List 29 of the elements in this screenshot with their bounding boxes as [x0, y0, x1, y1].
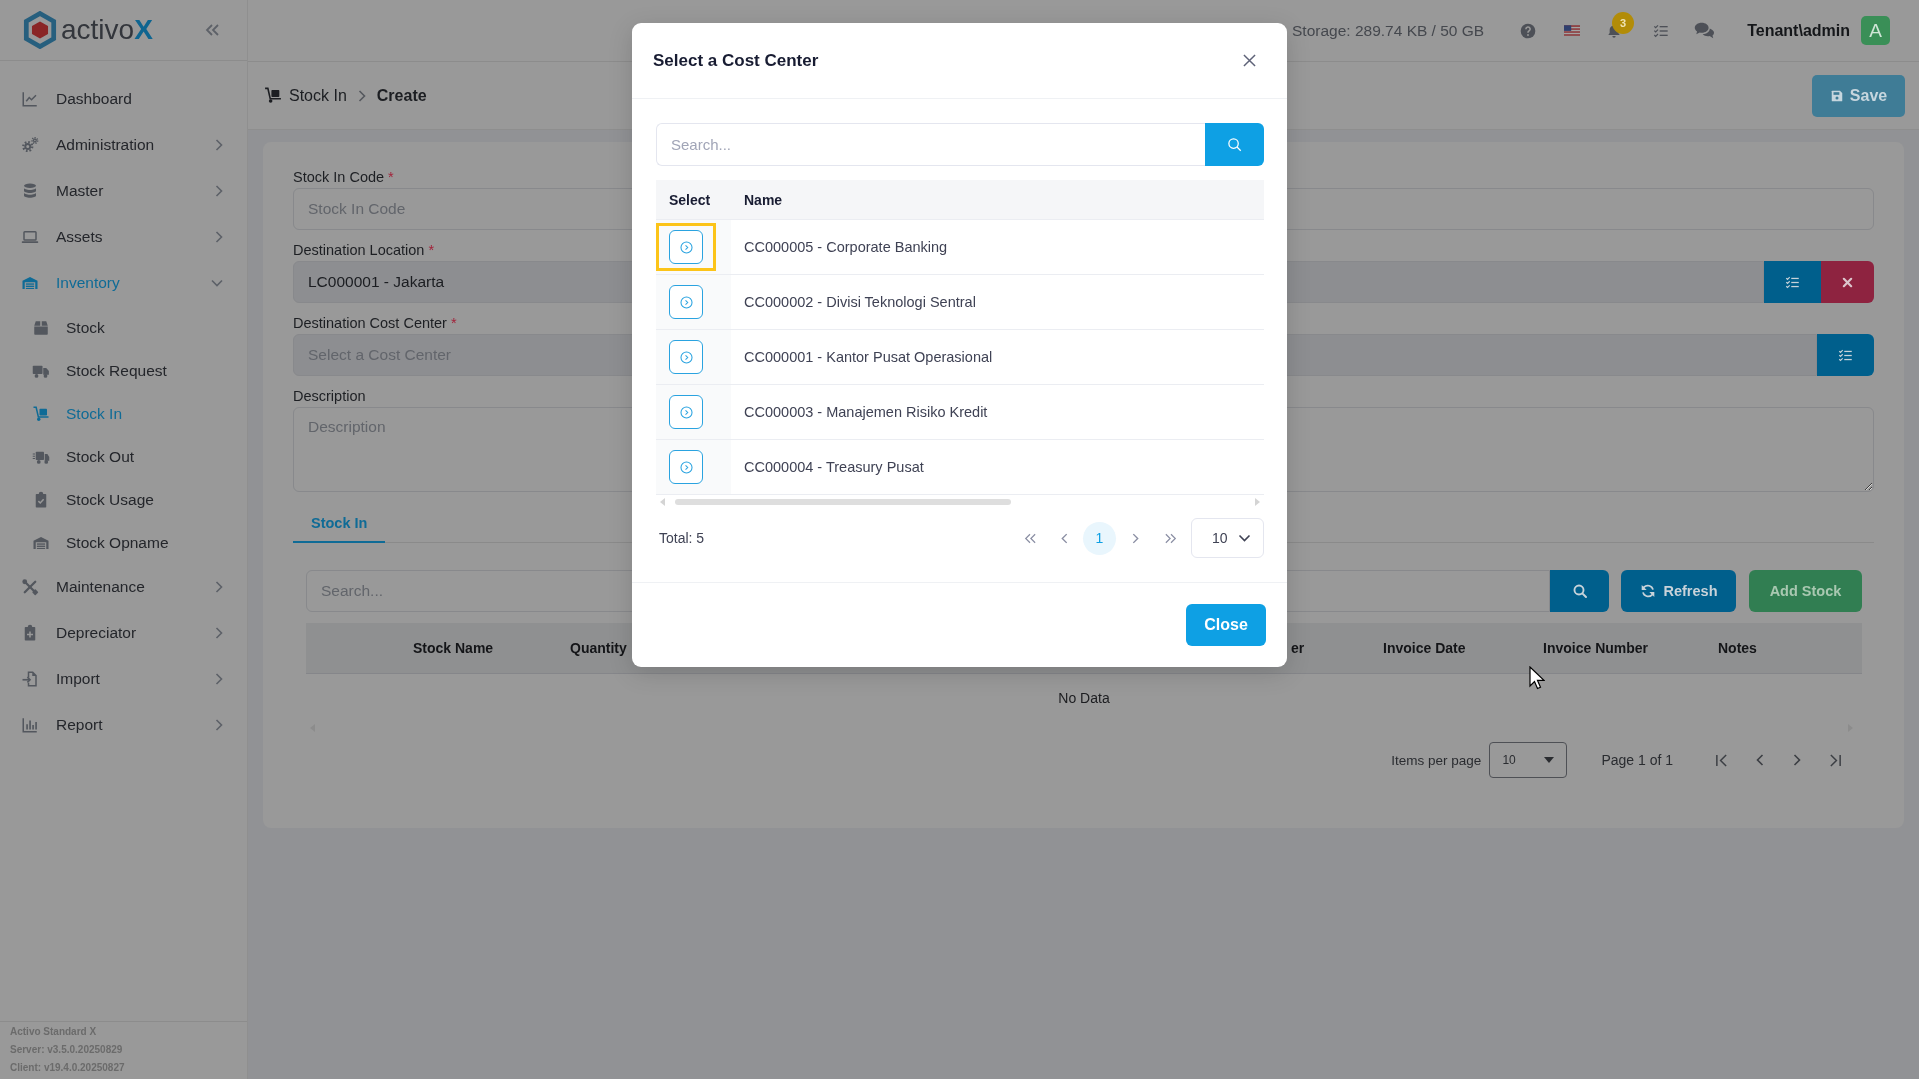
breadcrumb-current: Create [376, 86, 427, 105]
table-cell: CC000005 - Corporate Banking [744, 239, 948, 255]
field-label: Stock In Code [293, 169, 385, 185]
notification-badge: 3 [1612, 11, 1635, 34]
modal-title: Select a Cost Center [653, 50, 819, 71]
column-header: Name [744, 191, 783, 208]
required-mark: * [450, 315, 457, 331]
column-header: Select [669, 191, 711, 208]
total-count: Total: 5 [659, 530, 705, 546]
required-mark: * [428, 242, 435, 258]
column-header: Notes [1718, 640, 1757, 656]
column-header: er [1291, 640, 1305, 656]
column-header: Quantity [570, 640, 627, 656]
items-per-page-label: Items per page [1391, 752, 1482, 768]
column-header: Invoice Number [1543, 640, 1649, 656]
table-cell: CC000004 - Treasury Pusat [744, 459, 924, 475]
field-label: Destination Cost Center [293, 315, 447, 331]
logo-text: activoX [61, 14, 153, 46]
column-header: Stock Name [413, 640, 494, 656]
table-cell: CC000003 - Manajemen Risiko Kredit [744, 404, 988, 420]
table-cell: CC000001 - Kantor Pusat Operasional [744, 349, 993, 365]
page-info: Page 1 of 1 [1601, 752, 1673, 768]
empty-message: No Data [1058, 690, 1110, 706]
field-label: Destination Location [293, 242, 425, 258]
storage-usage-text: Storage: 289.74 KB / 50 GB [1292, 21, 1485, 40]
table-cell: CC000002 - Divisi Teknologi Sentral [744, 294, 976, 310]
required-mark: * [388, 169, 394, 185]
field-label: Description [293, 388, 366, 404]
column-header: Invoice Date [1383, 640, 1466, 656]
